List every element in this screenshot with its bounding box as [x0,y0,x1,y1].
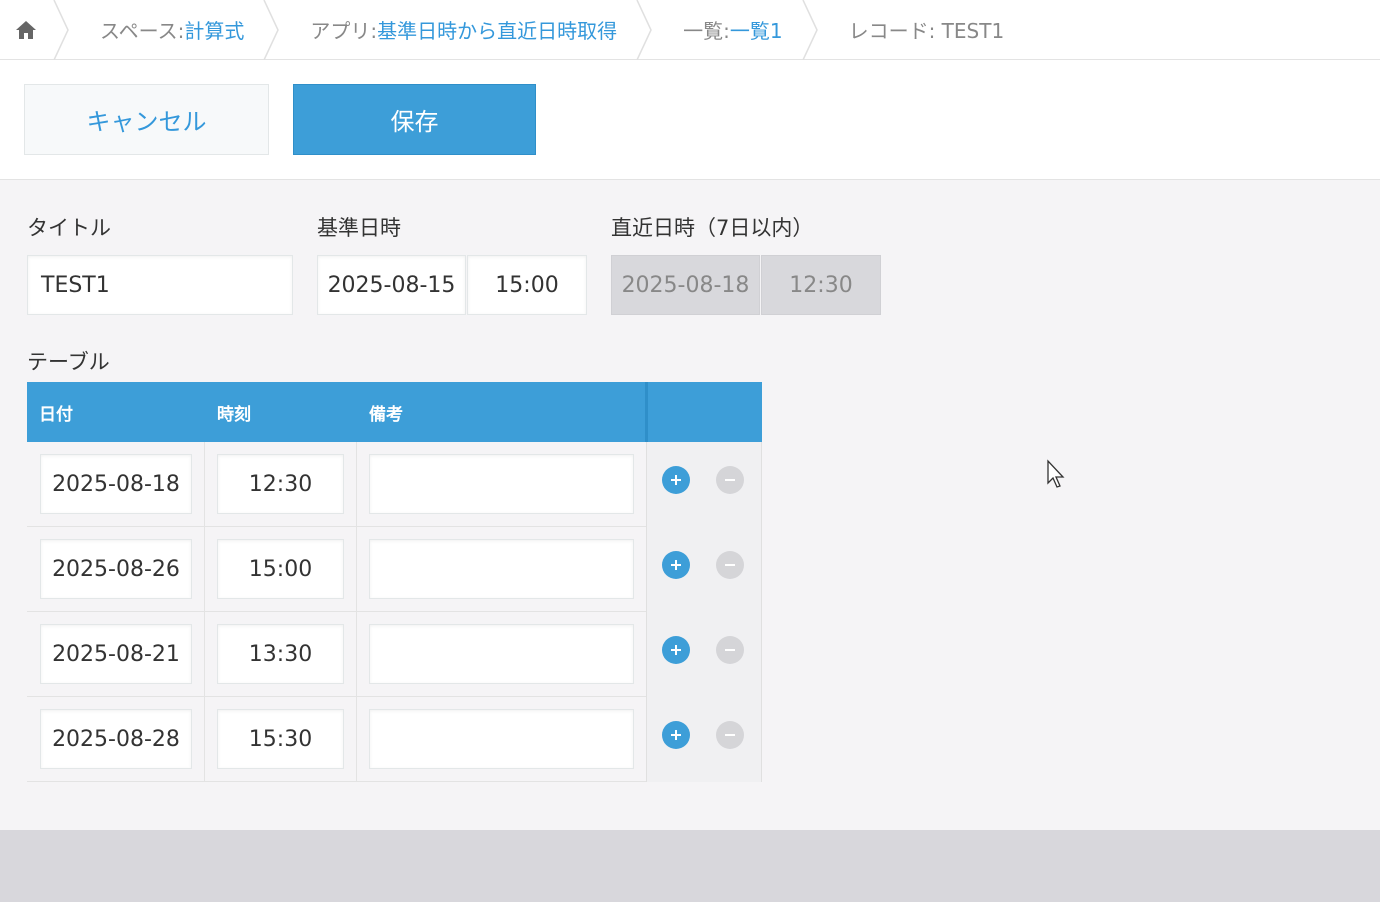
breadcrumb-record: レコード: TEST1 [819,0,1023,60]
breadcrumb-separator [53,0,69,60]
row-actions [646,442,762,527]
breadcrumb-view-prefix: 一覧: [683,19,730,43]
row-actions [646,527,762,612]
row-date-input[interactable]: 2025-08-21 [40,624,192,684]
breadcrumb-space-link[interactable]: 計算式 [184,15,244,44]
plus-circle-icon [671,475,681,485]
breadcrumb-app-link[interactable]: 基準日時から直近日時取得 [377,15,617,44]
cell-divider [204,527,205,612]
row-note-input[interactable] [369,709,634,769]
breadcrumb-space-prefix: スペース: [100,19,185,43]
nearest-datetime-label: 直近日時（7日以内） [611,216,814,240]
table-row: 2025-08-28 15:30 [27,697,762,782]
add-row-button[interactable] [662,636,690,664]
cell-divider [204,612,205,697]
base-date-input[interactable]: 2025-08-15 [317,255,466,315]
breadcrumb-separator [636,0,652,60]
add-row-button[interactable] [662,721,690,749]
breadcrumb-view-link[interactable]: 一覧1 [730,15,783,44]
cell-divider [356,527,357,612]
column-header-time: 時刻 [217,404,251,425]
remove-row-button[interactable] [716,466,744,494]
breadcrumb-space[interactable]: スペース: 計算式 [70,0,262,60]
base-time-input[interactable]: 15:00 [467,255,587,315]
row-note-input[interactable] [369,624,634,684]
breadcrumb: スペース: 計算式 アプリ: 基準日時から直近日時取得 一覧: 一覧1 レコード… [0,0,1380,60]
minus-circle-icon [725,649,735,651]
cell-divider [204,697,205,782]
row-date-input[interactable]: 2025-08-18 [40,454,192,514]
table-field-label: テーブル [27,350,110,374]
cell-divider [356,612,357,697]
cell-divider [356,697,357,782]
table-row: 2025-08-21 13:30 [27,612,762,697]
column-header-date: 日付 [39,404,73,425]
subtable-header: 日付 時刻 備考 [27,382,762,442]
table-row: 2025-08-18 12:30 [27,442,762,527]
edit-toolbar: キャンセル 保存 [0,60,1380,180]
save-button[interactable]: 保存 [293,84,536,155]
add-row-button[interactable] [662,551,690,579]
breadcrumb-separator [801,0,818,60]
title-input[interactable]: TEST1 [27,255,293,315]
breadcrumb-view[interactable]: 一覧: 一覧1 [653,0,800,60]
base-datetime-label: 基準日時 [317,216,401,240]
row-actions [646,612,762,697]
row-date-input[interactable]: 2025-08-26 [40,539,192,599]
minus-circle-icon [725,479,735,481]
home-icon [16,20,36,39]
remove-row-button[interactable] [716,721,744,749]
header-divider [645,382,648,442]
breadcrumb-app-prefix: アプリ: [310,19,378,43]
table-row: 2025-08-26 15:00 [27,527,762,612]
breadcrumb-app[interactable]: アプリ: 基準日時から直近日時取得 [280,0,635,60]
minus-circle-icon [725,734,735,736]
row-time-input[interactable]: 12:30 [217,454,344,514]
row-actions [646,697,762,782]
row-time-input[interactable]: 15:30 [217,709,344,769]
remove-row-button[interactable] [716,636,744,664]
row-time-input[interactable]: 15:00 [217,539,344,599]
nearest-time-field: 12:30 [761,255,881,315]
cell-divider [356,442,357,527]
cell-divider [204,442,205,527]
mouse-cursor-icon [1047,459,1065,488]
plus-circle-icon [671,560,681,570]
remove-row-button[interactable] [716,551,744,579]
row-time-input[interactable]: 13:30 [217,624,344,684]
breadcrumb-record-label: レコード: TEST1 [848,19,1005,43]
home-link[interactable] [0,0,52,60]
add-row-button[interactable] [662,466,690,494]
plus-circle-icon [671,645,681,655]
row-note-input[interactable] [369,539,634,599]
footer-band [0,830,1380,902]
cancel-button[interactable]: キャンセル [24,84,269,155]
row-date-input[interactable]: 2025-08-28 [40,709,192,769]
nearest-date-field: 2025-08-18 [611,255,760,315]
plus-circle-icon [671,730,681,740]
minus-circle-icon [725,564,735,566]
title-field-label: タイトル [27,216,111,240]
row-note-input[interactable] [369,454,634,514]
column-header-note: 備考 [369,404,403,425]
breadcrumb-separator [263,0,280,60]
